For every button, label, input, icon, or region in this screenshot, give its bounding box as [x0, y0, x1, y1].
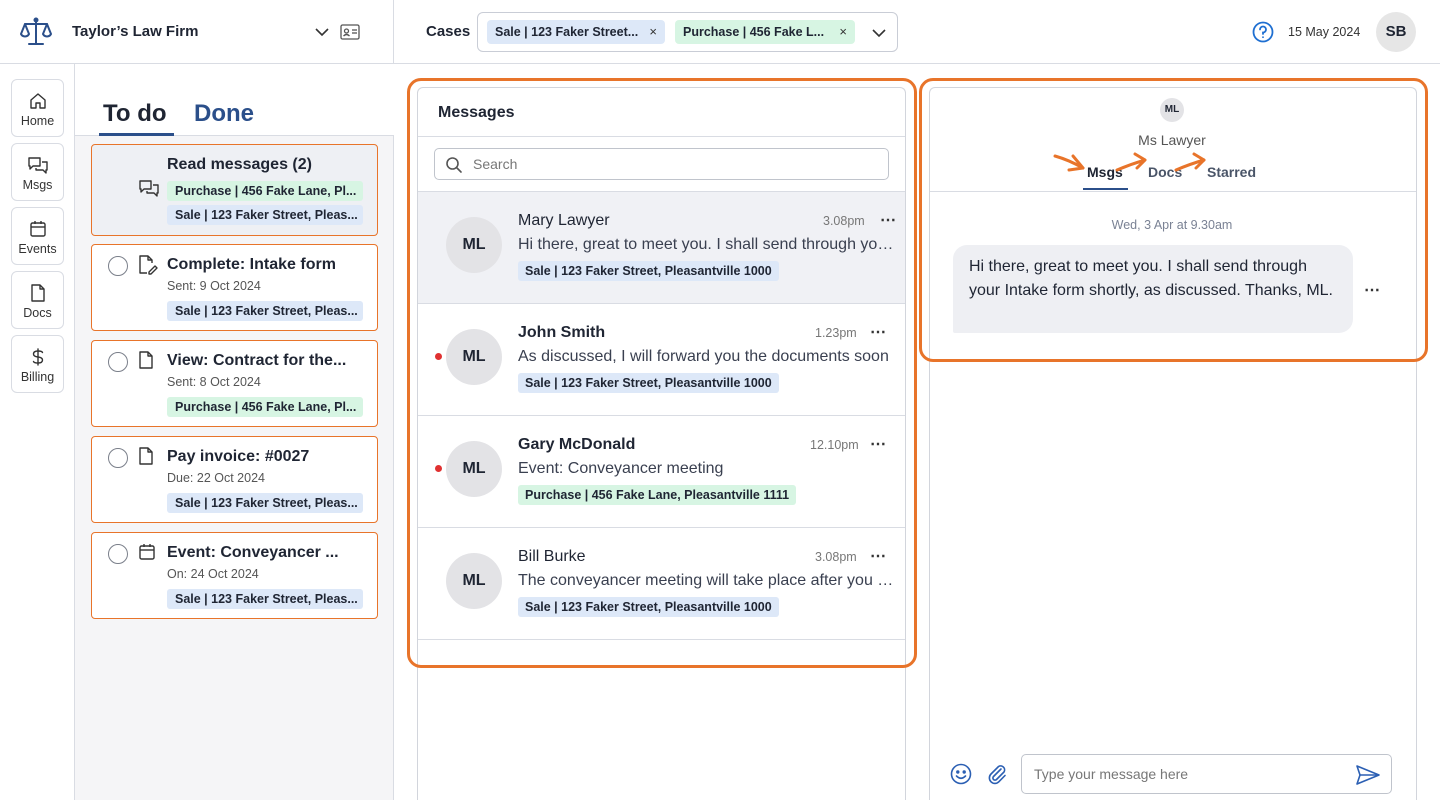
nav-label: Msgs [22, 178, 53, 192]
task-view-contract[interactable]: View: Contract for the... Sent: 8 Oct 20… [91, 340, 378, 427]
firm-name: Taylor’s Law Firm [72, 23, 199, 40]
conversation-highlight-outline [919, 78, 1428, 362]
task-subtitle: Due: 22 Oct 2024 [167, 471, 265, 485]
help-icon[interactable] [1252, 21, 1274, 43]
nav-label: Home [20, 114, 55, 128]
nav-docs[interactable]: Docs [11, 271, 64, 329]
messages-highlight-outline [407, 78, 917, 668]
nav-label: Events [18, 242, 57, 256]
message-input[interactable] [1034, 755, 1344, 793]
home-icon [12, 92, 63, 110]
task-title: Event: Conveyancer ... [167, 544, 339, 561]
remove-chip-icon[interactable]: × [649, 20, 657, 44]
nav-msgs[interactable]: Msgs [11, 143, 64, 201]
task-checkbox[interactable] [108, 448, 128, 468]
case-chip-label: Purchase | 456 Fake L... [683, 25, 825, 39]
task-checkbox[interactable] [108, 256, 128, 276]
active-tab-indicator [99, 133, 174, 136]
nav-label: Billing [20, 370, 55, 384]
case-tag: Sale | 123 Faker Street, Pleas... [167, 205, 363, 225]
scales-logo-icon [20, 16, 52, 48]
task-title: Read messages (2) [167, 156, 312, 173]
tab-todo[interactable]: To do [103, 100, 167, 128]
task-title: Complete: Intake form [167, 256, 336, 273]
attach-icon[interactable] [986, 763, 1008, 785]
nav-events[interactable]: Events [11, 207, 64, 265]
case-chip-label: Sale | 123 Faker Street... [495, 25, 639, 39]
nav-billing[interactable]: Billing [11, 335, 64, 393]
case-tag: Sale | 123 Faker Street, Pleas... [167, 493, 363, 513]
chat-icon [138, 179, 160, 197]
user-avatar[interactable]: SB [1376, 12, 1416, 52]
firm-switch-chevron-icon[interactable] [314, 25, 330, 39]
document-icon [138, 447, 154, 465]
cases-label: Cases [426, 23, 471, 40]
task-subtitle: Sent: 9 Oct 2024 [167, 279, 261, 293]
case-tag: Sale | 123 Faker Street, Pleas... [167, 589, 363, 609]
calendar-icon [12, 220, 63, 238]
edit-document-icon [138, 255, 158, 275]
compose-box[interactable] [1021, 754, 1392, 794]
contact-card-icon[interactable] [340, 24, 360, 40]
chevron-down-icon[interactable] [871, 28, 887, 38]
case-chip[interactable]: Sale | 123 Faker Street... × [487, 20, 665, 44]
task-subtitle: On: 24 Oct 2024 [167, 567, 259, 581]
remove-chip-icon[interactable]: × [839, 20, 847, 44]
case-chip[interactable]: Purchase | 456 Fake L... × [675, 20, 855, 44]
task-pay-invoice[interactable]: Pay invoice: #0027 Due: 22 Oct 2024 Sale… [91, 436, 378, 523]
document-icon [12, 284, 63, 302]
task-event-conveyancer[interactable]: Event: Conveyancer ... On: 24 Oct 2024 S… [91, 532, 378, 619]
task-subtitle: Sent: 8 Oct 2024 [167, 375, 261, 389]
current-date: 15 May 2024 [1288, 25, 1361, 39]
send-icon[interactable] [1355, 764, 1381, 786]
emoji-icon[interactable] [950, 763, 972, 785]
document-icon [138, 351, 154, 369]
nav-home[interactable]: Home [11, 79, 64, 137]
nav-label: Docs [23, 306, 52, 320]
cases-multiselect[interactable]: Sale | 123 Faker Street... × Purchase | … [477, 12, 898, 52]
task-checkbox[interactable] [108, 544, 128, 564]
case-tag: Purchase | 456 Fake Lane, Pl... [167, 181, 363, 201]
case-tag: Sale | 123 Faker Street, Pleas... [167, 301, 363, 321]
task-title: Pay invoice: #0027 [167, 448, 310, 465]
case-tag: Purchase | 456 Fake Lane, Pl... [167, 397, 363, 417]
chat-icon [12, 156, 63, 174]
calendar-icon [138, 543, 156, 561]
task-read-messages[interactable]: Read messages (2) Purchase | 456 Fake La… [91, 144, 378, 236]
task-intake-form[interactable]: Complete: Intake form Sent: 9 Oct 2024 S… [91, 244, 378, 331]
tab-done[interactable]: Done [194, 100, 254, 128]
task-title: View: Contract for the... [167, 352, 347, 369]
task-checkbox[interactable] [108, 352, 128, 372]
dollar-icon [12, 348, 63, 366]
